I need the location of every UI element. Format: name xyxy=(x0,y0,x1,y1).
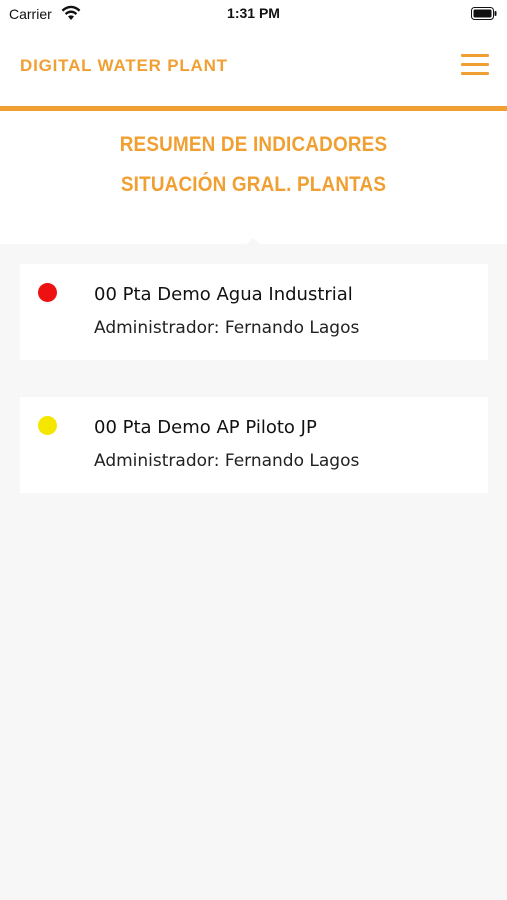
battery-full-icon xyxy=(471,7,497,20)
hamburger-menu-icon[interactable] xyxy=(461,52,489,76)
plant-name: 00 Pta Demo Agua Industrial xyxy=(94,284,353,305)
summary-panel: RESUMEN DE INDICADORES SITUACIÓN GRAL. P… xyxy=(0,111,507,244)
app-title: DIGITAL WATER PLANT xyxy=(20,56,228,75)
status-dot-icon xyxy=(38,283,57,302)
plant-card[interactable]: 00 Pta Demo Agua Industrial Administrado… xyxy=(20,264,488,360)
clock: 1:31 PM xyxy=(227,5,280,21)
status-bar: Carrier 1:31 PM xyxy=(0,0,507,28)
plant-card[interactable]: 00 Pta Demo AP Piloto JP Administrador: … xyxy=(20,397,488,493)
plant-admin: Administrador: Fernando Lagos xyxy=(94,318,360,338)
plant-admin: Administrador: Fernando Lagos xyxy=(94,451,360,471)
app-header: DIGITAL WATER PLANT xyxy=(0,28,507,106)
summary-subtitle: SITUACIÓN GRAL. PLANTAS xyxy=(120,173,387,196)
summary-title: RESUMEN DE INDICADORES xyxy=(119,133,388,156)
panel-notch xyxy=(246,238,260,244)
status-dot-icon xyxy=(38,416,57,435)
plant-name: 00 Pta Demo AP Piloto JP xyxy=(94,417,317,438)
